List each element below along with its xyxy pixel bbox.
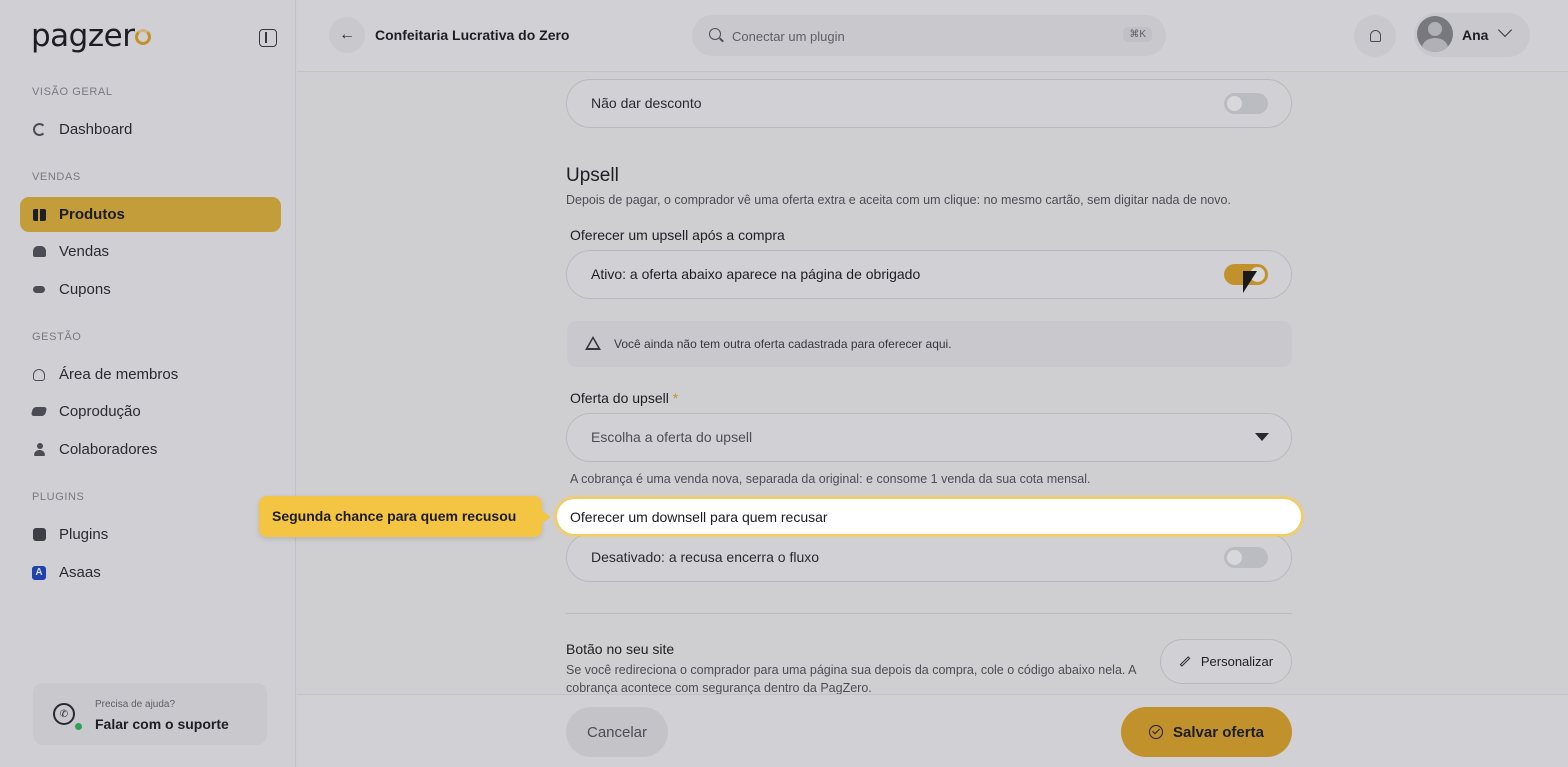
save-offer-label: Salvar oferta: [1173, 723, 1264, 741]
section-divider: [566, 613, 1292, 614]
hand-coin-icon: [32, 245, 46, 259]
online-status-dot: [75, 723, 82, 730]
search-icon: [709, 28, 721, 40]
support-question: Precisa de ajuda?: [95, 699, 176, 710]
sidebar-item-area-de-membros[interactable]: Área de membros: [20, 357, 281, 392]
avatar: [1417, 16, 1453, 52]
required-mark: *: [672, 390, 679, 406]
save-offer-button[interactable]: Salvar oferta: [1121, 707, 1292, 757]
arrow-left-icon: ←: [339, 26, 355, 43]
sidebar-item-label: Área de membros: [59, 366, 179, 383]
caret-down-icon: [1255, 433, 1269, 441]
sidebar-item-label: Vendas: [59, 243, 110, 260]
discount-toggle-row[interactable]: Não dar desconto: [566, 79, 1292, 128]
site-button-heading: Botão no seu site: [566, 641, 675, 657]
upsell-offer-placeholder: Escolha a oferta do upsell: [591, 429, 753, 445]
warning-icon: [585, 336, 601, 350]
sidebar-item-cupons[interactable]: Cupons: [20, 272, 281, 307]
upsell-offer-help: A cobrança é uma venda nova, separada da…: [570, 472, 1091, 486]
pencil-icon: [1179, 656, 1191, 667]
customize-button[interactable]: Personalizar: [1160, 639, 1292, 684]
section-label-plugins: PLUGINS: [32, 491, 85, 503]
sidebar-item-label: Dashboard: [59, 121, 133, 138]
coupon-icon: [32, 283, 46, 297]
chevron-down-icon: [1497, 22, 1513, 38]
sidebar-item-plugins[interactable]: Plugins: [20, 517, 281, 552]
site-button-description-line2: cobrança acontece com segurança dentro d…: [566, 681, 872, 695]
sidebar-item-label: Colaboradores: [59, 441, 158, 458]
discount-toggle-label: Não dar desconto: [591, 95, 702, 111]
logo[interactable]: pagzer: [31, 18, 152, 54]
check-circle-icon: [1149, 725, 1164, 739]
warning-text: Você ainda não tem outra oferta cadastra…: [614, 337, 952, 351]
upsell-state-text: Ativo: a oferta abaixo aparece na página…: [591, 266, 921, 282]
puzzle-icon: [32, 528, 46, 542]
search-input[interactable]: [732, 26, 1092, 46]
sidebar-item-label: Cupons: [59, 281, 111, 298]
upsell-toggle-label: Oferecer um upsell após a compra: [570, 227, 785, 243]
no-offer-warning: Você ainda não tem outra oferta cadastra…: [567, 321, 1292, 367]
sidebar-toggle-icon[interactable]: [259, 29, 277, 47]
sidebar-item-label: Asaas: [59, 564, 101, 581]
person-icon: [32, 443, 46, 457]
sidebar-item-label: Coprodução: [59, 403, 141, 420]
downsell-label: Oferecer um downsell para quem recusar: [570, 509, 828, 525]
sidebar-item-vendas[interactable]: Vendas: [20, 234, 281, 269]
tour-tooltip[interactable]: Segunda chance para quem recusou: [259, 496, 551, 537]
sidebar: pagzer VISÃO GERAL Dashboard VENDAS Prod…: [0, 0, 296, 767]
back-button[interactable]: ←: [329, 17, 365, 53]
sidebar-item-colaboradores[interactable]: Colaboradores: [20, 432, 281, 467]
sidebar-item-label: Produtos: [59, 206, 125, 223]
asaas-icon: A: [32, 565, 46, 580]
notifications-button[interactable]: [1354, 15, 1396, 57]
discount-toggle[interactable]: [1224, 93, 1268, 114]
downsell-toggle[interactable]: [1224, 547, 1268, 568]
downsell-toggle-row[interactable]: Desativado: a recusa encerra o fluxo: [566, 533, 1292, 582]
upsell-description: Depois de pagar, o comprador vê uma ofer…: [566, 193, 1231, 207]
search-bar[interactable]: ⌘K: [692, 15, 1166, 56]
cancel-button[interactable]: Cancelar: [566, 707, 668, 757]
user-name: Ana: [1462, 27, 1489, 43]
logo-o-mark: [135, 29, 152, 45]
section-label-overview: VISÃO GERAL: [32, 86, 113, 98]
upsell-heading: Upsell: [566, 165, 619, 186]
downsell-label-highlight: Oferecer um downsell para quem recusar: [555, 497, 1303, 536]
sidebar-item-label: Plugins: [59, 526, 109, 543]
downsell-state-text: Desativado: a recusa encerra o fluxo: [591, 549, 820, 565]
users-icon: [32, 368, 46, 382]
sidebar-item-produtos[interactable]: Produtos: [20, 197, 281, 232]
support-card[interactable]: ✆ Precisa de ajuda? Falar com o suporte: [33, 683, 267, 745]
sidebar-item-coproducao[interactable]: Coprodução: [20, 394, 281, 429]
user-menu[interactable]: Ana: [1414, 13, 1530, 57]
whatsapp-icon: ✆: [53, 703, 75, 725]
top-bar: ← Confeitaria Lucrativa do Zero ⌘K Ana: [297, 0, 1568, 72]
support-link[interactable]: Falar com o suporte: [95, 716, 229, 732]
upsell-toggle-row[interactable]: Ativo: a oferta abaixo aparece na página…: [566, 250, 1292, 299]
sidebar-item-dashboard[interactable]: Dashboard: [20, 112, 281, 147]
search-shortcut: ⌘K: [1123, 27, 1152, 42]
bell-icon: [1369, 30, 1381, 42]
box-icon: [32, 208, 46, 222]
section-label-management: GESTÃO: [32, 331, 82, 343]
dashboard-icon: [32, 123, 46, 137]
site-button-description-line1: Se você redireciona o comprador para uma…: [566, 663, 1137, 677]
customize-button-label: Personalizar: [1200, 654, 1274, 669]
handshake-icon: [30, 405, 48, 419]
upsell-offer-label: Oferta do upsell *: [570, 390, 679, 406]
page-title: Confeitaria Lucrativa do Zero: [375, 27, 570, 43]
upsell-offer-select[interactable]: Escolha a oferta do upsell: [566, 413, 1292, 462]
sidebar-item-asaas[interactable]: A Asaas: [20, 555, 281, 590]
form-footer: Cancelar Salvar oferta: [297, 694, 1568, 767]
tour-tooltip-text: Segunda chance para quem recusou: [272, 508, 517, 524]
mouse-cursor-icon: [1243, 271, 1257, 293]
section-label-sales: VENDAS: [32, 171, 81, 183]
